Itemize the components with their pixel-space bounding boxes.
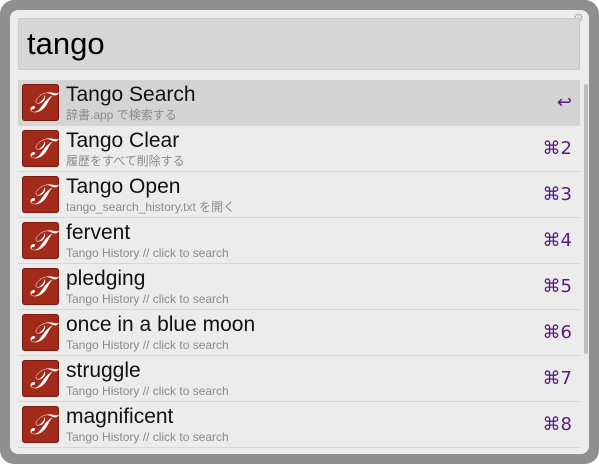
launcher-panel: ⚙ tango 𝒯 Tango Search 辞書.app で検索する ↩ 𝒯 … <box>10 10 589 454</box>
result-shortcut: ⌘3 <box>542 184 572 205</box>
result-title: Tango Clear <box>66 129 180 152</box>
tango-app-icon: 𝒯 <box>22 268 59 305</box>
search-field[interactable]: tango <box>18 18 580 70</box>
result-title: struggle <box>66 359 141 382</box>
result-row-1[interactable]: 𝒯 Tango Clear 履歴をすべて削除する ⌘2 <box>18 126 580 172</box>
tango-app-icon: 𝒯 <box>22 84 59 121</box>
result-shortcut: ⌘4 <box>542 230 572 251</box>
result-title: magnificent <box>66 405 174 428</box>
result-row-3[interactable]: 𝒯 fervent Tango History // click to sear… <box>18 218 580 264</box>
result-shortcut: ⌘6 <box>542 322 572 343</box>
tango-app-icon: 𝒯 <box>22 406 59 443</box>
results-list: 𝒯 Tango Search 辞書.app で検索する ↩ 𝒯 Tango Cl… <box>18 80 580 454</box>
launcher-window: ⚙ tango 𝒯 Tango Search 辞書.app で検索する ↩ 𝒯 … <box>0 0 599 464</box>
tango-app-icon: 𝒯 <box>22 130 59 167</box>
result-title: pledging <box>66 267 146 290</box>
result-title: Tango Search <box>66 83 196 106</box>
scrollbar-thumb[interactable] <box>584 84 588 354</box>
result-row-6[interactable]: 𝒯 struggle Tango History // click to sea… <box>18 356 580 402</box>
tango-app-icon: 𝒯 <box>22 222 59 259</box>
result-shortcut: ⌘8 <box>542 414 572 435</box>
result-shortcut: ⌘5 <box>542 276 572 297</box>
result-row-0[interactable]: 𝒯 Tango Search 辞書.app で検索する ↩ <box>18 80 580 126</box>
tango-app-icon: 𝒯 <box>22 176 59 213</box>
result-title: fervent <box>66 221 131 244</box>
result-title: once in a blue moon <box>66 313 256 336</box>
result-row-4[interactable]: 𝒯 pledging Tango History // click to sea… <box>18 264 580 310</box>
results-scrollbar[interactable] <box>583 80 589 454</box>
return-key-icon: ↩ <box>556 92 572 113</box>
result-subtitle: Tango History // click to search <box>66 292 229 306</box>
result-subtitle: Tango History // click to search <box>66 338 229 352</box>
result-subtitle: Tango History // click to search <box>66 384 229 398</box>
tango-app-icon: 𝒯 <box>22 314 59 351</box>
search-input[interactable]: tango <box>27 25 105 63</box>
result-shortcut: ⌘2 <box>542 138 572 159</box>
result-subtitle: 履歴をすべて削除する <box>66 154 185 168</box>
result-row-2[interactable]: 𝒯 Tango Open tango_search_history.txt を開… <box>18 172 580 218</box>
result-row-5[interactable]: 𝒯 once in a blue moon Tango History // c… <box>18 310 580 356</box>
result-subtitle: Tango History // click to search <box>66 246 229 260</box>
result-row-7[interactable]: 𝒯 magnificent Tango History // click to … <box>18 402 580 448</box>
result-subtitle: tango_search_history.txt を開く <box>66 200 236 214</box>
result-title: Tango Open <box>66 175 181 198</box>
result-shortcut: ⌘7 <box>542 368 572 389</box>
result-subtitle: Tango History // click to search <box>66 430 229 444</box>
tango-app-icon: 𝒯 <box>22 360 59 397</box>
result-subtitle: 辞書.app で検索する <box>66 108 177 122</box>
